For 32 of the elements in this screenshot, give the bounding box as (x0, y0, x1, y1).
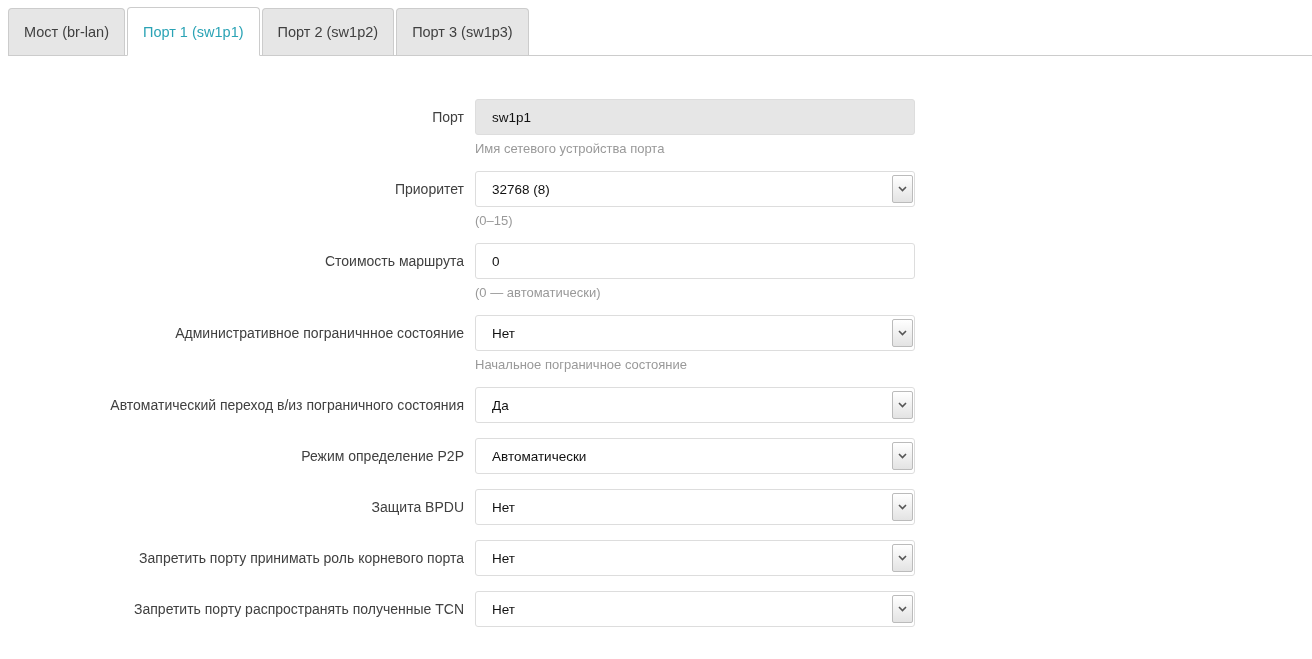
input-field[interactable]: 0 (475, 243, 915, 279)
select-field[interactable]: Нет (475, 540, 915, 576)
field-label: Автоматический переход в/из пограничного состояния (109, 396, 464, 415)
field-label: Приоритет (393, 180, 464, 199)
field-label: Запретить порту распространять полученные TCN (133, 600, 464, 619)
select-field[interactable]: Нет (475, 489, 915, 525)
field-hint: (0 — автоматически) (475, 285, 602, 301)
select-field[interactable]: Да (475, 387, 915, 423)
select-field[interactable]: Нет (475, 591, 915, 627)
input-field[interactable]: sw1p1 (475, 99, 915, 135)
caret-icon (892, 391, 913, 419)
tab[interactable]: Мост (br-lan) (8, 8, 125, 55)
caret-icon (892, 595, 913, 623)
caret-icon (892, 442, 913, 470)
field-label: Запретить порту принимать роль корневого порта (138, 549, 464, 568)
field-label: Режим определение P2P (300, 447, 464, 466)
tab[interactable]: Порт 3 (sw1p3) (396, 8, 529, 55)
select-field[interactable]: 32768 (8) (475, 171, 915, 207)
select-field[interactable]: Нет (475, 315, 915, 351)
caret-icon (892, 319, 913, 347)
field-label: Административное пограничнное состояние (174, 324, 464, 343)
field-hint: Начальное пограничное состояние (475, 357, 688, 373)
field-label: Защита BPDU (370, 498, 464, 517)
field-label: Порт (431, 108, 464, 127)
tab[interactable]: Порт 2 (sw1p2) (261, 8, 395, 55)
caret-icon (892, 175, 913, 203)
caret-icon (892, 493, 913, 521)
select-field[interactable]: Автоматически (475, 438, 915, 474)
field-hint: Имя сетевого устройства порта (475, 141, 666, 157)
caret-icon (892, 544, 913, 572)
field-label: Стоимость маршрута (323, 252, 464, 271)
field-hint: (0–15) (475, 213, 514, 229)
